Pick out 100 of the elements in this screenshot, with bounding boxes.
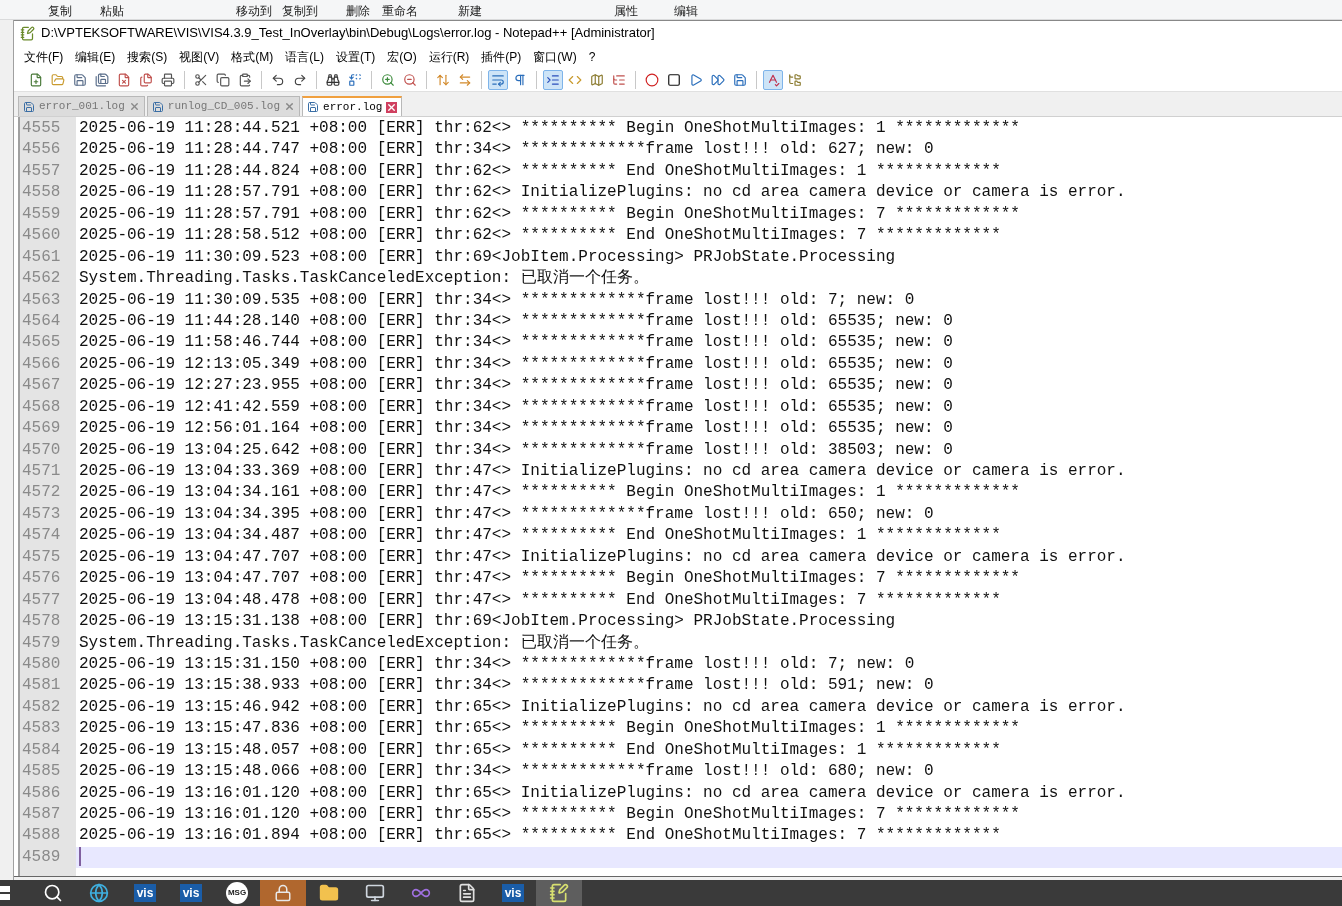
line-number: 4563 [21,289,62,311]
copy-icon [216,72,230,87]
search-icon[interactable] [43,883,63,903]
line-number: 4581 [21,675,62,697]
line-number: 4583 [21,718,62,740]
code-line: 2025-06-19 13:16:01.120 +08:00 [ERR] thr:65<> InitializePlugins: no cd area camera device or camera is error. [78,782,1127,804]
window-title: D:\VPTEKSOFTWARE\VIS\VIS4.3.9_Test_InOverlay\bin\Debug\Logs\error.log - Notepad++ [Administrator] [41,24,655,43]
close-icon[interactable] [284,101,296,112]
line-number: 4576 [21,568,62,590]
line-number: 4573 [21,503,62,525]
monitor-icon[interactable] [365,883,385,903]
app-icon[interactable]: vis [179,884,203,902]
code-line: 2025-06-19 12:56:01.164 +08:00 [ERR] thr:34<> *************frame lost!!! old: 65535; new: 0 [78,418,954,440]
zoom-out-icon [403,72,417,87]
ribbon-label: 新建 [458,4,482,18]
code-line: 2025-06-19 13:04:25.642 +08:00 [ERR] thr:34<> *************frame lost!!! old: 38503; new: 0 [78,439,954,461]
line-number: 4578 [21,611,62,633]
notepad-icon [20,25,35,41]
code-line: 2025-06-19 13:15:48.066 +08:00 [ERR] thr:34<> *************frame lost!!! old: 680; new: 0 [78,761,935,783]
menu-item[interactable]: ? [582,46,602,68]
print-icon [161,72,175,87]
close-icon[interactable] [386,101,398,113]
line-number: 4574 [21,525,62,547]
code-line: 2025-06-19 13:04:34.161 +08:00 [ERR] thr:47<> ********** Begin OneShotMultiImages: 1 ************* [78,482,1021,504]
notepad-icon[interactable] [549,883,569,903]
save-macro-icon [733,72,747,87]
line-number: 4580 [21,653,62,675]
play-icon [689,72,703,87]
line-number: 4571 [21,461,62,482]
fast-forward-icon [711,72,725,87]
code-line: 2025-06-19 11:30:09.523 +08:00 [ERR] thr:69<JobItem.Processing> PRJobState.Processing [78,246,897,268]
line-number: 4575 [21,546,62,568]
paragraph-icon [513,72,527,87]
code-line: 2025-06-19 11:44:28.140 +08:00 [ERR] thr:34<> *************frame lost!!! old: 65535; new: 0 [78,310,954,332]
code-line: 2025-06-19 13:15:46.942 +08:00 [ERR] thr:65<> InitializePlugins: no cd area camera device or camera is error. [78,696,1127,718]
line-number: 4567 [21,375,62,397]
document-icon[interactable] [457,883,477,903]
menu-item[interactable]: 编辑(E) [69,46,122,68]
code-line: 2025-06-19 11:28:58.512 +08:00 [ERR] thr:62<> ********** End OneShotMultiImages: 7 ************* [78,225,1002,247]
menu-item[interactable]: 运行(R) [422,46,476,68]
close-icon[interactable] [128,101,140,112]
code-line: 2025-06-19 13:04:47.707 +08:00 [ERR] thr:47<> InitializePlugins: no cd area camera device or camera is error. [78,546,1127,568]
search-icon [326,72,340,87]
line-number: 4561 [21,246,62,268]
code-line: 2025-06-19 13:04:48.478 +08:00 [ERR] thr:47<> ********** End OneShotMultiImages: 7 ************* [78,589,1002,611]
open-folder-icon [51,72,65,87]
line-number: 4577 [21,589,62,611]
code-line: System.Threading.Tasks.TaskCanceledException: 已取消一个任务。 [78,268,650,290]
app-icon[interactable]: vis [133,884,157,902]
menu-item[interactable]: 插件(P) [475,46,528,68]
folder-icon[interactable] [319,883,339,903]
app-icon[interactable]: vis [501,884,525,902]
app-icon[interactable]: MSG [226,882,248,904]
map-icon [590,72,604,87]
line-number: 4579 [21,632,62,654]
ribbon-label: 重命名 [382,4,418,18]
spell-check-icon [766,72,780,87]
menu-item[interactable]: 设置(T) [330,46,382,68]
ribbon-label: 属性 [614,4,638,18]
code-line: 2025-06-19 12:13:05.349 +08:00 [ERR] thr:34<> *************frame lost!!! old: 65535; new: 0 [78,353,954,375]
start-icon[interactable] [0,886,10,900]
line-number: 4562 [21,268,62,290]
code-line: System.Threading.Tasks.TaskCanceledException: 已取消一个任务。 [78,632,650,654]
line-number: 4589 [21,846,62,868]
new-file-icon [29,72,43,87]
file-tab[interactable]: error.log [302,96,403,116]
line-number: 4588 [21,825,62,847]
ribbon-label: 编辑 [674,4,698,18]
close-file-icon [117,72,131,87]
line-number: 4582 [21,696,62,718]
menu-item[interactable]: 文件(F) [18,46,70,68]
menu-item[interactable]: 宏(O) [381,46,423,68]
line-number: 4569 [21,418,62,440]
menu-item[interactable]: 窗口(W) [527,46,583,68]
code-line: 2025-06-19 11:28:57.791 +08:00 [ERR] thr:62<> ********** Begin OneShotMultiImages: 7 ************* [78,203,1021,225]
save-icon [73,72,87,87]
stop-icon [667,72,681,87]
folder-tree-icon [788,72,802,87]
function-list-icon [612,72,626,87]
code-line: 2025-06-19 12:27:23.955 +08:00 [ERR] thr:34<> *************frame lost!!! old: 65535; new: 0 [78,375,954,397]
redo-icon [293,72,307,87]
menu-item[interactable]: 搜索(S) [121,46,174,68]
globe-icon[interactable] [89,883,109,903]
line-number: 4556 [21,139,62,161]
line-number: 4572 [21,482,62,504]
code-line: 2025-06-19 13:04:34.395 +08:00 [ERR] thr:47<> *************frame lost!!! old: 650; new: 0 [78,503,935,525]
line-number: 4564 [21,310,62,332]
code-line: 2025-06-19 11:28:57.791 +08:00 [ERR] thr:62<> InitializePlugins: no cd area camera device or camera is error. [78,182,1127,204]
menu-item[interactable]: 格式(M) [225,46,280,68]
code-line: 2025-06-19 11:30:09.535 +08:00 [ERR] thr:34<> *************frame lost!!! old: 7; new: 0 [78,289,916,311]
lock-icon[interactable] [274,884,292,902]
line-number: 4586 [21,782,62,804]
code-line: 2025-06-19 13:16:01.894 +08:00 [ERR] thr:65<> ********** End OneShotMultiImages: 7 ************* [78,825,1002,847]
word-wrap-icon [491,72,505,87]
line-number: 4566 [21,353,62,375]
line-number: 4584 [21,739,62,761]
line-number: 4587 [21,804,62,825]
menu-item[interactable]: 视图(V) [173,46,226,68]
vertical-sync-icon [436,72,450,87]
menu-item[interactable]: 语言(L) [279,46,330,68]
